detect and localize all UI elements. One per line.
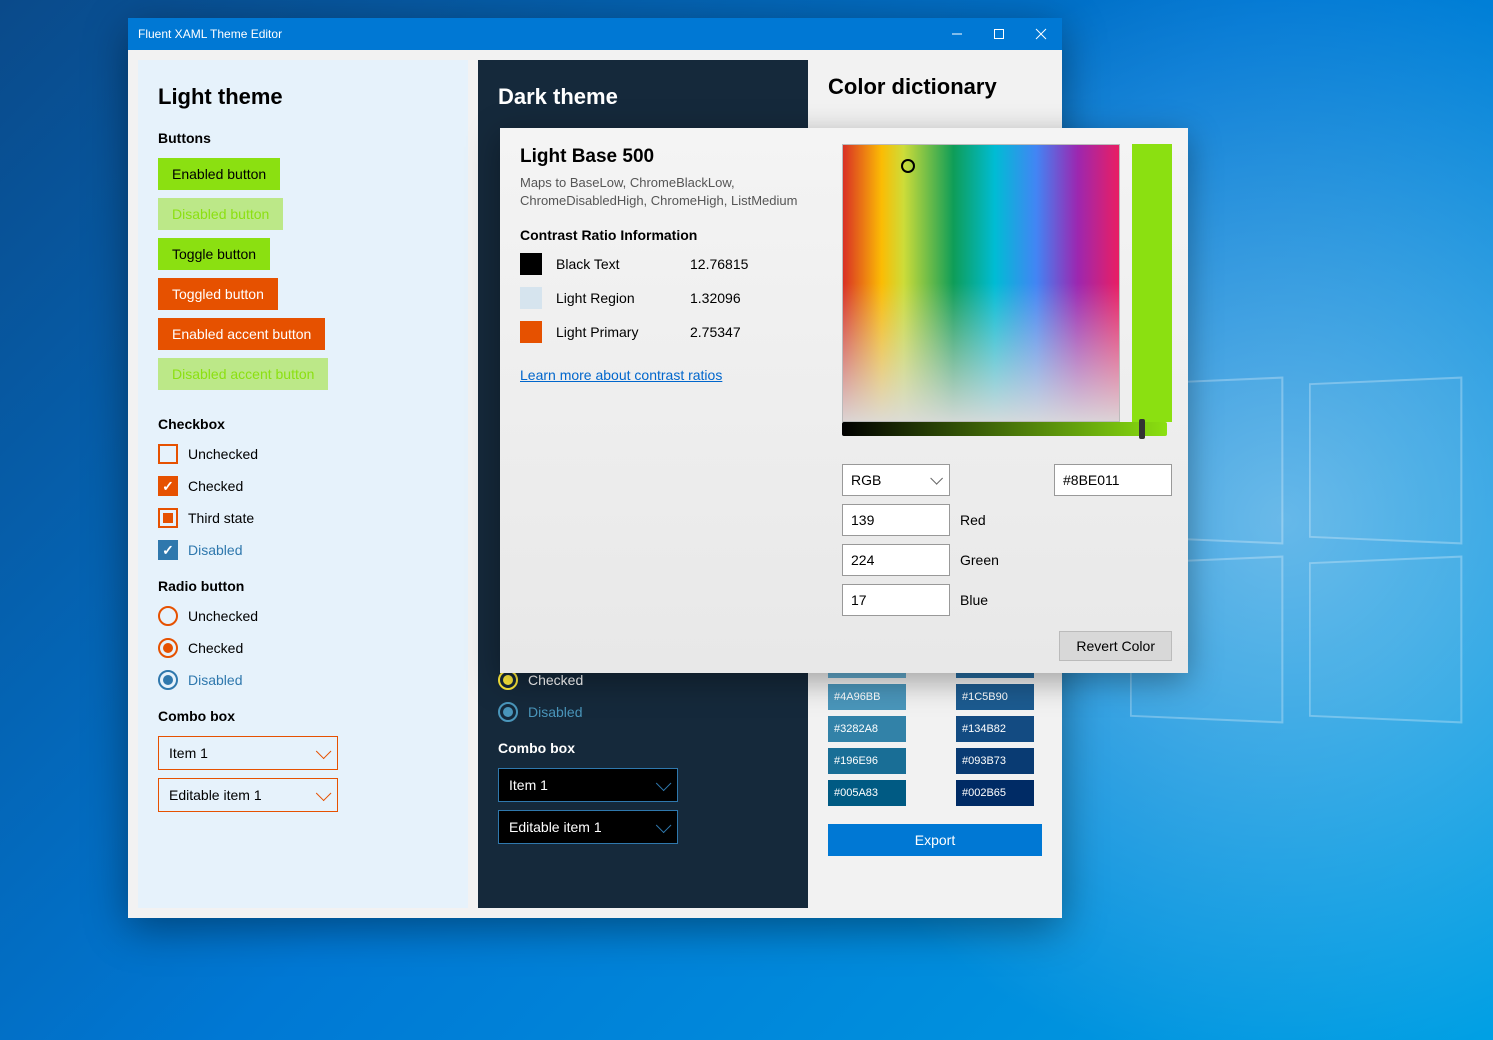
disabled-button: Disabled button bbox=[158, 198, 283, 230]
color-swatch[interactable]: #134B82 bbox=[956, 716, 1034, 742]
disabled-accent-button: Disabled accent button bbox=[158, 358, 328, 390]
color-gradient-area[interactable] bbox=[842, 144, 1120, 422]
dark-combo-box[interactable]: Item 1 bbox=[498, 768, 678, 802]
lightness-slider[interactable] bbox=[842, 422, 1167, 436]
checkbox-checked[interactable]: Checked bbox=[158, 476, 448, 496]
contrast-link[interactable]: Learn more about contrast ratios bbox=[520, 367, 722, 383]
green-input[interactable] bbox=[842, 544, 950, 576]
color-mode-select[interactable]: RGB bbox=[842, 464, 950, 496]
color-picker-ring[interactable] bbox=[901, 159, 915, 173]
color-preview bbox=[1132, 144, 1172, 422]
contrast-swatch bbox=[520, 253, 542, 275]
color-swatch[interactable]: #3282A8 bbox=[828, 716, 906, 742]
radio-disabled: Disabled bbox=[158, 670, 448, 690]
green-label: Green bbox=[960, 552, 999, 568]
minimize-button[interactable] bbox=[936, 18, 978, 50]
red-input[interactable] bbox=[842, 504, 950, 536]
light-panel-heading: Light theme bbox=[158, 84, 448, 110]
color-swatch[interactable]: #1C5B90 bbox=[956, 684, 1034, 710]
checkbox-disabled: Disabled bbox=[158, 540, 448, 560]
dark-combo-label: Combo box bbox=[498, 740, 788, 756]
contrast-ratio: 1.32096 bbox=[690, 290, 741, 306]
contrast-name: Light Primary bbox=[556, 324, 676, 340]
lightness-handle[interactable] bbox=[1139, 419, 1145, 439]
color-picker-popup: Light Base 500 Maps to BaseLow, ChromeBl… bbox=[500, 128, 1188, 673]
app-title: Fluent XAML Theme Editor bbox=[138, 27, 936, 41]
color-swatch[interactable]: #002B65 bbox=[956, 780, 1034, 806]
color-swatch[interactable]: #005A83 bbox=[828, 780, 906, 806]
checkbox-third[interactable]: Third state bbox=[158, 508, 448, 528]
revert-color-button[interactable]: Revert Color bbox=[1059, 631, 1172, 661]
color-swatch[interactable]: #093B73 bbox=[956, 748, 1034, 774]
dark-panel-heading: Dark theme bbox=[498, 84, 788, 110]
titlebar: Fluent XAML Theme Editor bbox=[128, 18, 1062, 50]
radio-unchecked[interactable]: Unchecked bbox=[158, 606, 448, 626]
combo-box-editable[interactable]: Editable item 1 bbox=[158, 778, 338, 812]
contrast-swatch bbox=[520, 287, 542, 309]
dark-radio-checked[interactable]: Checked bbox=[498, 670, 788, 690]
checkbox-unchecked[interactable]: Unchecked bbox=[158, 444, 448, 464]
picker-title: Light Base 500 bbox=[520, 146, 840, 168]
checkbox-label: Checkbox bbox=[158, 416, 448, 432]
close-button[interactable] bbox=[1020, 18, 1062, 50]
buttons-label: Buttons bbox=[158, 130, 448, 146]
contrast-swatch bbox=[520, 321, 542, 343]
contrast-ratio: 12.76815 bbox=[690, 256, 748, 272]
dictionary-heading: Color dictionary bbox=[828, 74, 1042, 100]
contrast-heading: Contrast Ratio Information bbox=[520, 227, 840, 243]
maximize-button[interactable] bbox=[978, 18, 1020, 50]
enabled-button[interactable]: Enabled button bbox=[158, 158, 280, 190]
contrast-name: Light Region bbox=[556, 290, 676, 306]
app-window: Fluent XAML Theme Editor Light theme But… bbox=[128, 18, 1062, 918]
blue-label: Blue bbox=[960, 592, 988, 608]
color-swatch[interactable]: #196E96 bbox=[828, 748, 906, 774]
combo-label: Combo box bbox=[158, 708, 448, 724]
hex-input[interactable] bbox=[1054, 464, 1172, 496]
toggle-button[interactable]: Toggle button bbox=[158, 238, 270, 270]
window-controls bbox=[936, 18, 1062, 50]
blue-input[interactable] bbox=[842, 584, 950, 616]
enabled-accent-button[interactable]: Enabled accent button bbox=[158, 318, 325, 350]
red-label: Red bbox=[960, 512, 986, 528]
light-theme-panel: Light theme Buttons Enabled button Disab… bbox=[138, 60, 468, 908]
combo-box[interactable]: Item 1 bbox=[158, 736, 338, 770]
contrast-name: Black Text bbox=[556, 256, 676, 272]
dark-radio-disabled: Disabled bbox=[498, 702, 788, 722]
contrast-ratio: 2.75347 bbox=[690, 324, 741, 340]
radio-label: Radio button bbox=[158, 578, 448, 594]
radio-checked[interactable]: Checked bbox=[158, 638, 448, 658]
picker-description: Maps to BaseLow, ChromeBlackLow, ChromeD… bbox=[520, 174, 840, 209]
contrast-row: Light Region 1.32096 bbox=[520, 287, 840, 309]
export-button[interactable]: Export bbox=[828, 824, 1042, 856]
contrast-row: Light Primary 2.75347 bbox=[520, 321, 840, 343]
dark-combo-box-editable[interactable]: Editable item 1 bbox=[498, 810, 678, 844]
toggled-button[interactable]: Toggled button bbox=[158, 278, 278, 310]
contrast-row: Black Text 12.76815 bbox=[520, 253, 840, 275]
color-swatch[interactable]: #4A96BB bbox=[828, 684, 906, 710]
